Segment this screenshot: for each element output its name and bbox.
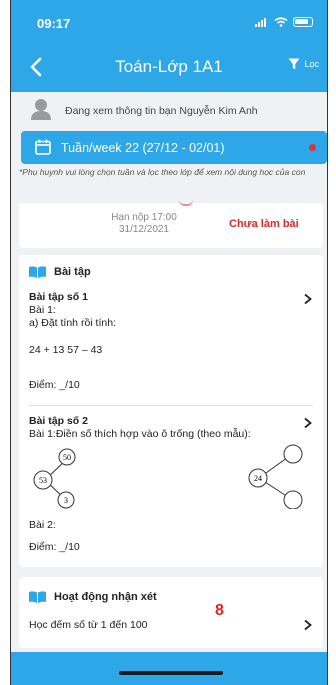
deadline: Hạn nộp 17:00 31/12/2021 bbox=[99, 212, 189, 236]
exercise-line: Bài 1: bbox=[29, 304, 56, 316]
exercise-line: Bài 2: bbox=[29, 519, 56, 531]
app-frame: 09:17 Toán-Lớp 1A1 Lọc Đang xem thông ti… bbox=[10, 0, 328, 685]
submission-card: Hạn nộp 17:00 31/12/2021 Chưa làm bài bbox=[19, 203, 323, 248]
chevron-right-icon bbox=[304, 293, 312, 305]
exercise-line: a) Đặt tính rồi tính: bbox=[29, 317, 116, 329]
deadline-line2: 31/12/2021 bbox=[118, 224, 170, 235]
decorative-curve bbox=[179, 200, 193, 206]
filter-icon bbox=[288, 58, 300, 70]
annotation-badge: 8 bbox=[215, 602, 224, 619]
tree-left-value: 53 bbox=[39, 476, 47, 485]
review-header: Hoạt động nhận xét bbox=[29, 591, 157, 603]
top-bar: 09:17 Toán-Lớp 1A1 Lọc bbox=[11, 0, 327, 92]
nav-bar: Toán-Lớp 1A1 Lọc bbox=[11, 48, 327, 88]
book-icon bbox=[29, 591, 46, 603]
number-tree-example: 50 53 3 bbox=[33, 448, 76, 509]
exercise-title: Bài tập số 2 bbox=[29, 415, 88, 427]
user-info: Đang xem thông tin bạn Nguyễn Kim Anh bbox=[11, 92, 327, 130]
parent-note: *Phụ huynh vui lòng chọn tuần và lọc the… bbox=[19, 167, 306, 177]
deadline-line1: Hạn nộp 17:00 bbox=[111, 212, 177, 223]
tree-left-value: 24 bbox=[254, 474, 262, 483]
viewing-text: Đang xem thông tin bạn Nguyễn Kim Anh bbox=[65, 105, 258, 117]
status-icons bbox=[255, 17, 313, 27]
number-tree-exercise: 24 bbox=[248, 444, 303, 509]
bottom-bar bbox=[11, 652, 327, 685]
review-topic: Học đếm số từ 1 đến 100 bbox=[29, 619, 148, 631]
chevron-right-icon bbox=[304, 619, 312, 631]
book-icon bbox=[29, 266, 46, 278]
page-title: Toán-Lớp 1A1 bbox=[115, 57, 223, 76]
review-card[interactable]: Hoạt động nhận xét 8 Học đếm số từ 1 đến… bbox=[19, 577, 323, 648]
exercise-calc: 24 + 13 57 – 43 bbox=[29, 344, 103, 356]
status-bar: 09:17 bbox=[11, 0, 327, 44]
avatar-icon bbox=[31, 99, 51, 120]
calendar-icon bbox=[35, 139, 51, 155]
battery-icon bbox=[293, 17, 313, 27]
exercise-item-1[interactable]: Bài tập số 1 Bài 1: a) Đặt tính rồi tính… bbox=[29, 291, 313, 392]
week-selector[interactable]: Tuần/week 22 (27/12 - 02/01) bbox=[21, 131, 327, 164]
submission-status: Chưa làm bài bbox=[229, 218, 299, 230]
divider bbox=[29, 405, 313, 406]
exercise-score: Điểm: _/10 bbox=[29, 379, 80, 391]
exercise-score: Điểm: _/10 bbox=[29, 541, 80, 553]
notification-dot bbox=[309, 144, 316, 151]
chevron-right-icon bbox=[304, 417, 312, 429]
exercises-header: Bài tập bbox=[29, 266, 91, 278]
signal-icon bbox=[255, 17, 269, 27]
tree-top-value: 50 bbox=[63, 453, 71, 462]
exercise-item-2[interactable]: Bài tập số 2 Bài 1:Điền số thích hợp vào… bbox=[29, 415, 313, 553]
filter-button[interactable]: Lọc bbox=[288, 58, 319, 70]
tree-bottom-value: 3 bbox=[64, 496, 68, 505]
status-time: 09:17 bbox=[37, 16, 71, 31]
week-label: Tuần/week 22 (27/12 - 02/01) bbox=[61, 141, 225, 155]
exercises-card: Bài tập Bài tập số 1 Bài 1: a) Đặt tính … bbox=[19, 255, 323, 567]
exercise-line: Bài 1:Điền số thích hợp vào ô trống (the… bbox=[29, 428, 251, 440]
exercise-title: Bài tập số 1 bbox=[29, 291, 88, 303]
filter-label: Lọc bbox=[304, 59, 319, 69]
exercises-title: Bài tập bbox=[54, 266, 91, 278]
home-indicator[interactable] bbox=[119, 671, 223, 675]
review-title: Hoạt động nhận xét bbox=[54, 591, 157, 603]
wifi-icon bbox=[274, 17, 288, 27]
